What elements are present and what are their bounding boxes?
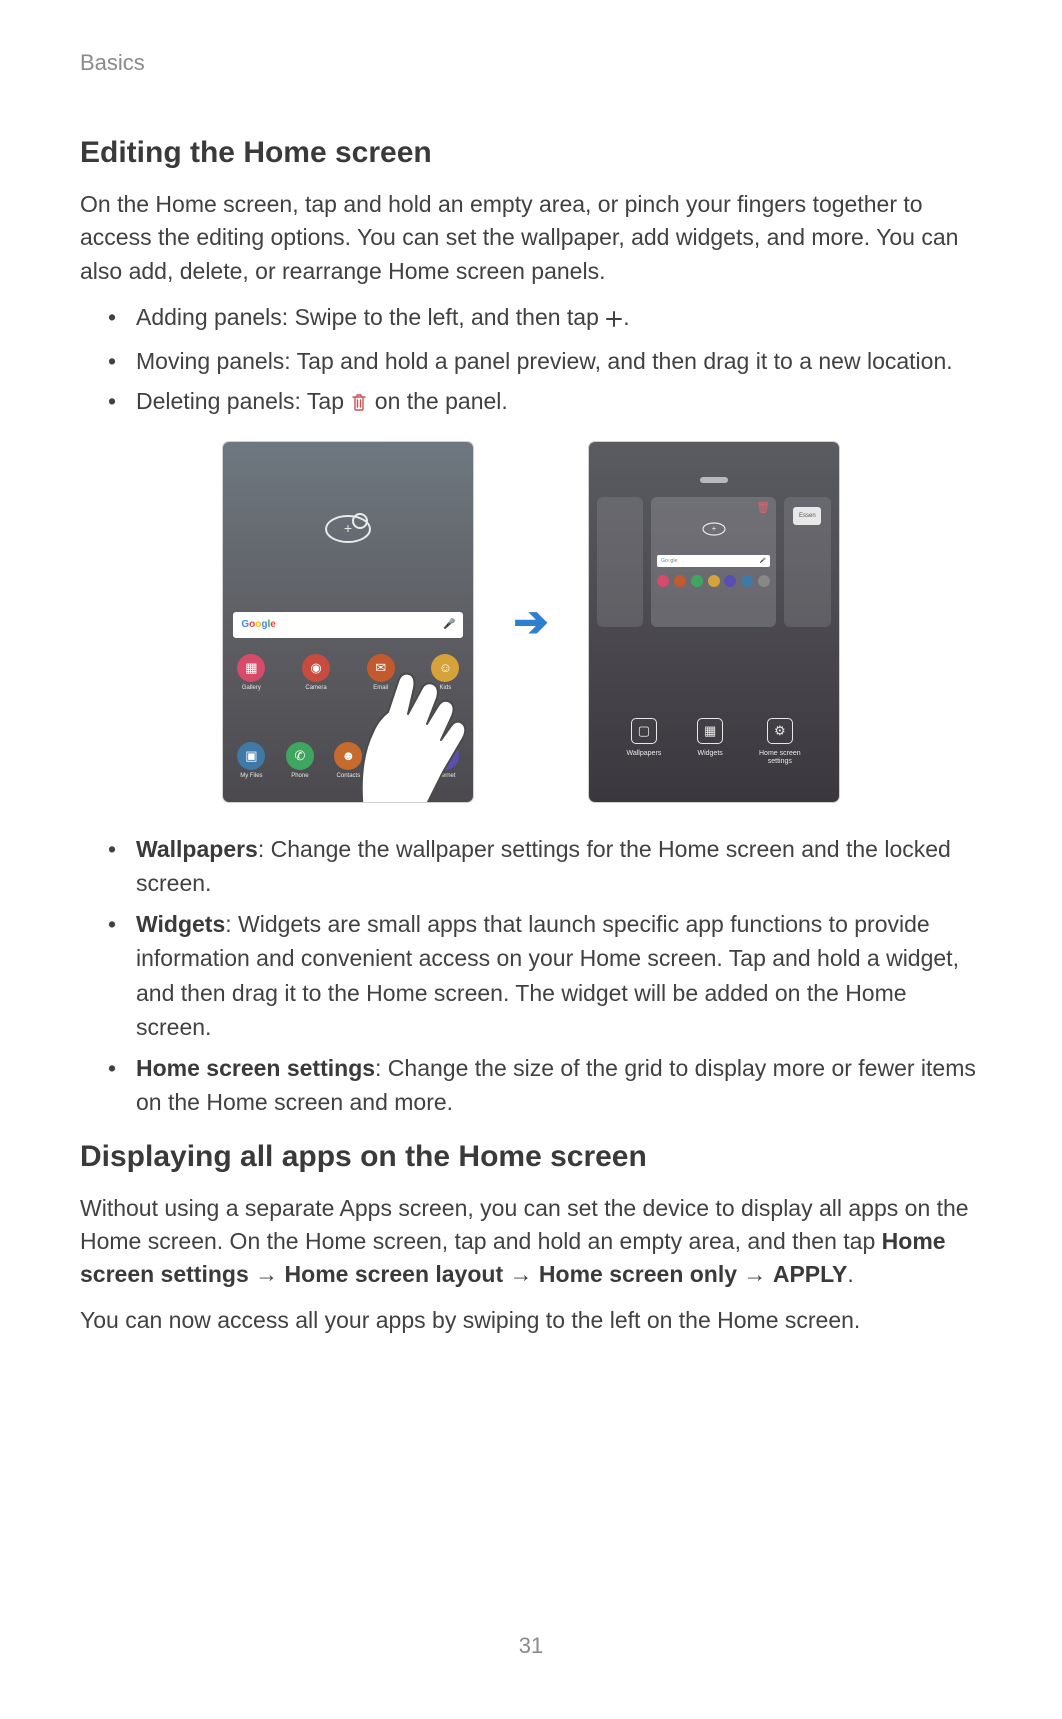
- displaying-all-apps-title: Displaying all apps on the Home screen: [80, 1140, 982, 1174]
- text: .: [623, 304, 629, 330]
- weather-widget: +: [223, 507, 473, 547]
- google-search-bar: Google 🎤: [233, 612, 463, 638]
- mini-search-bar: Google 🎤: [657, 555, 770, 567]
- app-icon: ✉Email: [361, 654, 401, 691]
- list-item-widgets: Widgets: Widgets are small apps that lau…: [108, 907, 982, 1045]
- list-item-deleting: Deleting panels: Tap on the panel.: [108, 384, 982, 422]
- list-item-home-settings: Home screen settings: Change the size of…: [108, 1051, 982, 1120]
- app-icon: ☻Contacts: [328, 742, 368, 779]
- edit-options-list: Wallpapers: Change the wallpaper setting…: [80, 832, 982, 1120]
- edit-option: ⚙Home screensettings: [759, 718, 801, 767]
- text: : Widgets are small apps that launch spe…: [136, 911, 959, 1041]
- path-home-screen-layout: Home screen layout: [285, 1261, 504, 1287]
- plus-icon: [605, 303, 623, 338]
- text: Deleting panels: Tap: [136, 388, 350, 414]
- app-icon: ◉Camera: [296, 654, 336, 691]
- panel-preview-main: 🗑 + Google 🎤: [651, 497, 776, 627]
- panel-preview-side: [597, 497, 643, 627]
- page-number: 31: [0, 1633, 1062, 1659]
- mini-app-icon: [741, 575, 753, 587]
- figure-home-screen-edit: + Google 🎤 ▦Gallery ◉Camera ✉Email ☺Kids ▣M…: [80, 442, 982, 802]
- svg-text:+: +: [344, 520, 352, 536]
- app-icon: ◍Internet: [425, 742, 465, 779]
- mic-icon: 🎤: [443, 619, 455, 630]
- text: on the panel.: [368, 388, 507, 414]
- editing-home-screen-title: Editing the Home screen: [80, 136, 982, 170]
- label: Home screen settings: [136, 1055, 375, 1081]
- delete-panel-icon: 🗑: [756, 501, 770, 514]
- panel-actions-list: Adding panels: Swipe to the left, and th…: [80, 300, 982, 422]
- section-header: Basics: [80, 50, 982, 76]
- mini-app-icon: [724, 575, 736, 587]
- panel-preview-side: Essen: [784, 497, 830, 627]
- intro-paragraph: On the Home screen, tap and hold an empt…: [80, 188, 982, 288]
- app-icon: ✉Messages: [377, 742, 417, 779]
- mini-app-icon: [708, 575, 720, 587]
- arrow-right-icon: ➔: [513, 597, 548, 646]
- text: : Change the wallpaper settings for the …: [136, 836, 951, 897]
- tablet-after: 🗑 + Google 🎤 Essen ▢Wallpapers ▦Widgets ⚙H…: [589, 442, 839, 802]
- app-icon: ✆Phone: [280, 742, 320, 779]
- mini-app-icon: [758, 575, 770, 587]
- home-indicator: [700, 477, 728, 483]
- mini-app-icon: [674, 575, 686, 587]
- text: .: [847, 1261, 853, 1287]
- displaying-paragraph-1: Without using a separate Apps screen, yo…: [80, 1192, 982, 1292]
- label: Widgets: [136, 911, 225, 937]
- text: Without using a separate Apps screen, yo…: [80, 1195, 969, 1254]
- edit-option: ▦Widgets: [697, 718, 723, 767]
- list-item-wallpapers: Wallpapers: Change the wallpaper setting…: [108, 832, 982, 901]
- app-icon: ▦Gallery: [231, 654, 271, 691]
- mini-app-icon: [657, 575, 669, 587]
- app-icon: ▣My Files: [231, 742, 271, 779]
- trash-icon: [350, 387, 368, 422]
- path-apply: APPLY: [773, 1261, 848, 1287]
- displaying-paragraph-2: You can now access all your apps by swip…: [80, 1304, 982, 1337]
- text: Adding panels: Swipe to the left, and th…: [136, 304, 605, 330]
- app-icon: ☺Kids: [425, 654, 465, 691]
- label: Wallpapers: [136, 836, 258, 862]
- path-home-screen-only: Home screen only: [539, 1261, 737, 1287]
- mini-app-icon: [691, 575, 703, 587]
- svg-text:+: +: [711, 524, 716, 533]
- list-item-adding: Adding panels: Swipe to the left, and th…: [108, 300, 982, 338]
- edit-option: ▢Wallpapers: [627, 718, 662, 767]
- tablet-before: + Google 🎤 ▦Gallery ◉Camera ✉Email ☺Kids ▣M…: [223, 442, 473, 802]
- list-item-moving: Moving panels: Tap and hold a panel prev…: [108, 344, 982, 379]
